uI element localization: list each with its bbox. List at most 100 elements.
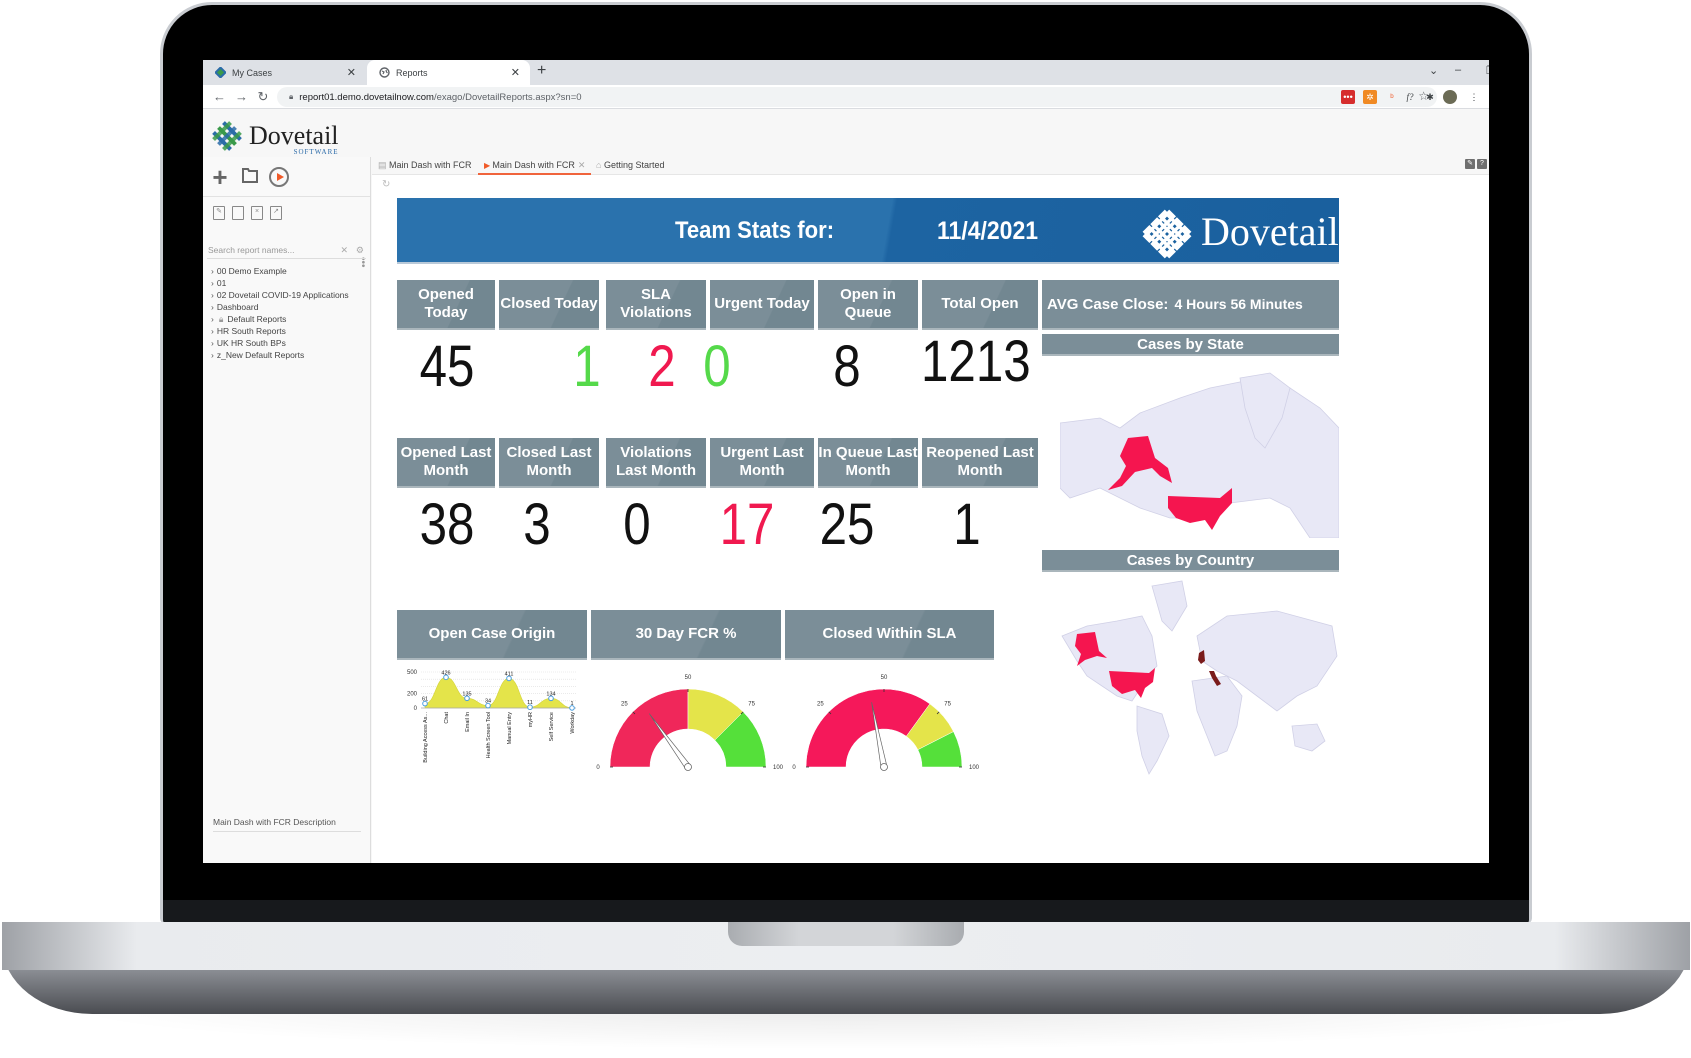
refresh-icon[interactable]: ↻ bbox=[382, 179, 390, 190]
tree-folder[interactable]: › 01 bbox=[211, 277, 370, 289]
sla-gauge: 0 25 50 75 100 bbox=[792, 675, 979, 771]
restore-button[interactable]: ❐ bbox=[1486, 64, 1489, 77]
report-tab-active[interactable]: ▶ Main Dash with FCR ✕ bbox=[478, 155, 592, 175]
stat-header-urgent-today: Urgent Today bbox=[710, 280, 814, 330]
delete-report-icon[interactable]: × bbox=[251, 206, 263, 220]
forward-icon[interactable]: → bbox=[235, 89, 248, 104]
open-case-origin-chart: 0 200 500 61 Building Access As... 426 Chat 135… bbox=[407, 670, 576, 763]
stat-value-closed-today: 1 bbox=[573, 334, 601, 399]
browser-tab-reports[interactable]: Reports ✕ bbox=[367, 60, 530, 85]
stat-header-reopened-last-month: Reopened Last Month bbox=[922, 438, 1038, 488]
address-bar[interactable]: 🔒︎ report01.demo.dovetailnow.com/exago/D… bbox=[277, 87, 1437, 107]
tree-folder[interactable]: › 00 Demo Example bbox=[211, 265, 370, 277]
data-label: 134 bbox=[546, 691, 555, 697]
report-tab[interactable]: ▤ Main Dash with FCR bbox=[372, 155, 478, 175]
tab-label: Reports bbox=[396, 67, 428, 78]
report-tab[interactable]: ⌂ Getting Started bbox=[590, 155, 670, 175]
edit-report-icon[interactable]: ✎ bbox=[213, 206, 225, 220]
australia bbox=[1291, 723, 1326, 752]
cases-by-state-map[interactable] bbox=[1059, 368, 1340, 539]
banner-logo: Dovetail SOFTWARE bbox=[1139, 206, 1339, 274]
gauge-tick-label: 100 bbox=[773, 765, 784, 771]
category-label: Health Screen Tool bbox=[486, 712, 492, 758]
data-label: 61 bbox=[422, 697, 428, 703]
dashboard-banner: Team Stats for: 11/4/2021 Dovetail SOFTW… bbox=[397, 198, 1339, 274]
wrench-icon[interactable]: ✎ bbox=[1465, 159, 1475, 169]
banner-logo-subtitle: SOFTWARE bbox=[1277, 263, 1339, 274]
hubspot-icon[interactable]: ✲ bbox=[1363, 90, 1377, 104]
stat-value-total-open: 1213 bbox=[921, 329, 1031, 394]
duplicate-report-icon[interactable] bbox=[232, 206, 244, 220]
y-tick-label: 200 bbox=[407, 692, 418, 698]
report-viewer: ▤ Main Dash with FCR ▶ Main Dash with FC… bbox=[372, 155, 1489, 863]
close-tab-icon[interactable]: ✕ bbox=[347, 66, 356, 79]
close-tab-icon[interactable]: ✕ bbox=[511, 66, 520, 79]
globe-icon bbox=[379, 67, 390, 78]
stat-value-violations-last-month: 0 bbox=[623, 492, 651, 557]
reload-icon[interactable]: ↻ bbox=[257, 89, 269, 105]
stat-header-opened-today: Opened Today bbox=[397, 280, 495, 330]
y-tick-label: 0 bbox=[414, 706, 418, 712]
africa bbox=[1191, 675, 1243, 757]
lock-icon: 🔒︎ bbox=[218, 314, 224, 324]
close-report-tab-icon[interactable]: ✕ bbox=[578, 160, 586, 170]
minimize-button[interactable]: – bbox=[1455, 64, 1461, 76]
home-icon: ⌂ bbox=[596, 160, 604, 170]
chevron-right-icon: › bbox=[211, 266, 214, 276]
report-tree: › 00 Demo Example › 01 › 02 Dovetail COVID-… bbox=[203, 265, 370, 361]
laptop-hinge bbox=[163, 900, 1529, 924]
gauge-band bbox=[805, 688, 931, 768]
tree-folder[interactable]: › HR South Reports bbox=[211, 325, 370, 337]
tab-search-icon[interactable]: ⌄ bbox=[1429, 64, 1438, 77]
browser-tab-bar: My Cases ✕ Reports ✕ + ⌄ – ❐ ✕ bbox=[203, 60, 1489, 85]
help-icon[interactable]: ? bbox=[1477, 159, 1487, 169]
category-label: Self Service bbox=[549, 712, 555, 741]
url-host: report01.demo.dovetailnow.com bbox=[299, 91, 434, 103]
avg-case-close-value: 4 Hours 56 Minutes bbox=[1174, 296, 1303, 312]
report-app: Dovetail SOFTWARE + ✎ × ↗ ••• Search rep… bbox=[203, 109, 1489, 863]
laptop-mockup: My Cases ✕ Reports ✕ + ⌄ – ❐ ✕ ← → ↻ 🔒︎ bbox=[0, 0, 1691, 1058]
formula-icon[interactable]: f? bbox=[1403, 90, 1417, 104]
category-label: Email In bbox=[465, 712, 471, 732]
open-case-origin-header: Open Case Origin bbox=[397, 610, 587, 660]
cases-by-country-map[interactable] bbox=[1057, 576, 1339, 776]
category-label: Manual Entry bbox=[507, 712, 513, 745]
banner-date: 11/4/2021 bbox=[937, 217, 1039, 245]
lastpass-icon[interactable]: ••• bbox=[1341, 90, 1355, 104]
stat-value-open-in-queue: 8 bbox=[833, 334, 861, 399]
profile-avatar[interactable] bbox=[1443, 90, 1457, 104]
report-tab-bar: ▤ Main Dash with FCR ▶ Main Dash with FC… bbox=[372, 155, 1489, 175]
fcr-gauge: 0 25 50 75 100 bbox=[596, 675, 784, 771]
report-sidebar: + ✎ × ↗ ••• Search report names... ✕ ⚙ ›… bbox=[203, 157, 371, 863]
tree-folder[interactable]: › 02 Dovetail COVID-19 Applications bbox=[211, 289, 370, 301]
back-icon[interactable]: ← bbox=[213, 89, 226, 104]
extensions-icon[interactable]: ✱ bbox=[1423, 90, 1437, 104]
gauge-tick-label: 50 bbox=[685, 675, 692, 681]
menu-icon[interactable]: ⋮ bbox=[1467, 90, 1481, 104]
greenland bbox=[1151, 580, 1188, 632]
stat-header-opened-last-month: Opened Last Month bbox=[397, 438, 495, 488]
report-search-input[interactable]: Search report names... ✕ ⚙ bbox=[207, 243, 366, 259]
plus-icon[interactable]: + bbox=[209, 164, 231, 190]
cases-by-state-header: Cases by State bbox=[1042, 334, 1339, 356]
browser-tab-my-cases[interactable]: My Cases ✕ bbox=[203, 60, 366, 85]
run-report-icon[interactable] bbox=[269, 166, 289, 187]
search-options-icon[interactable]: ⚙ bbox=[356, 243, 364, 257]
clear-search-icon[interactable]: ✕ bbox=[340, 243, 348, 257]
south-america bbox=[1136, 705, 1170, 775]
hubspot-sprocket-icon[interactable]: ᵇ bbox=[1385, 90, 1399, 104]
tree-folder[interactable]: › Dashboard bbox=[211, 301, 370, 313]
stat-header-open-in-queue: Open in Queue bbox=[818, 280, 918, 330]
gauge-pivot bbox=[684, 763, 692, 771]
new-tab-button[interactable]: + bbox=[537, 62, 546, 80]
tree-folder[interactable]: › 🔒︎ Default Reports bbox=[211, 313, 370, 325]
data-label: 426 bbox=[441, 670, 450, 676]
browser-window: My Cases ✕ Reports ✕ + ⌄ – ❐ ✕ ← → ↻ 🔒︎ bbox=[203, 60, 1489, 863]
folder-icon[interactable] bbox=[239, 166, 261, 188]
export-report-icon[interactable]: ↗ bbox=[270, 206, 282, 220]
stat-value-opened-last-month: 38 bbox=[419, 492, 475, 557]
chevron-right-icon: › bbox=[211, 350, 214, 360]
tree-folder[interactable]: › UK HR South BPs bbox=[211, 337, 370, 349]
tree-folder[interactable]: › z_New Default Reports bbox=[211, 349, 370, 361]
stat-value-urgent-today: 0 bbox=[703, 334, 731, 399]
